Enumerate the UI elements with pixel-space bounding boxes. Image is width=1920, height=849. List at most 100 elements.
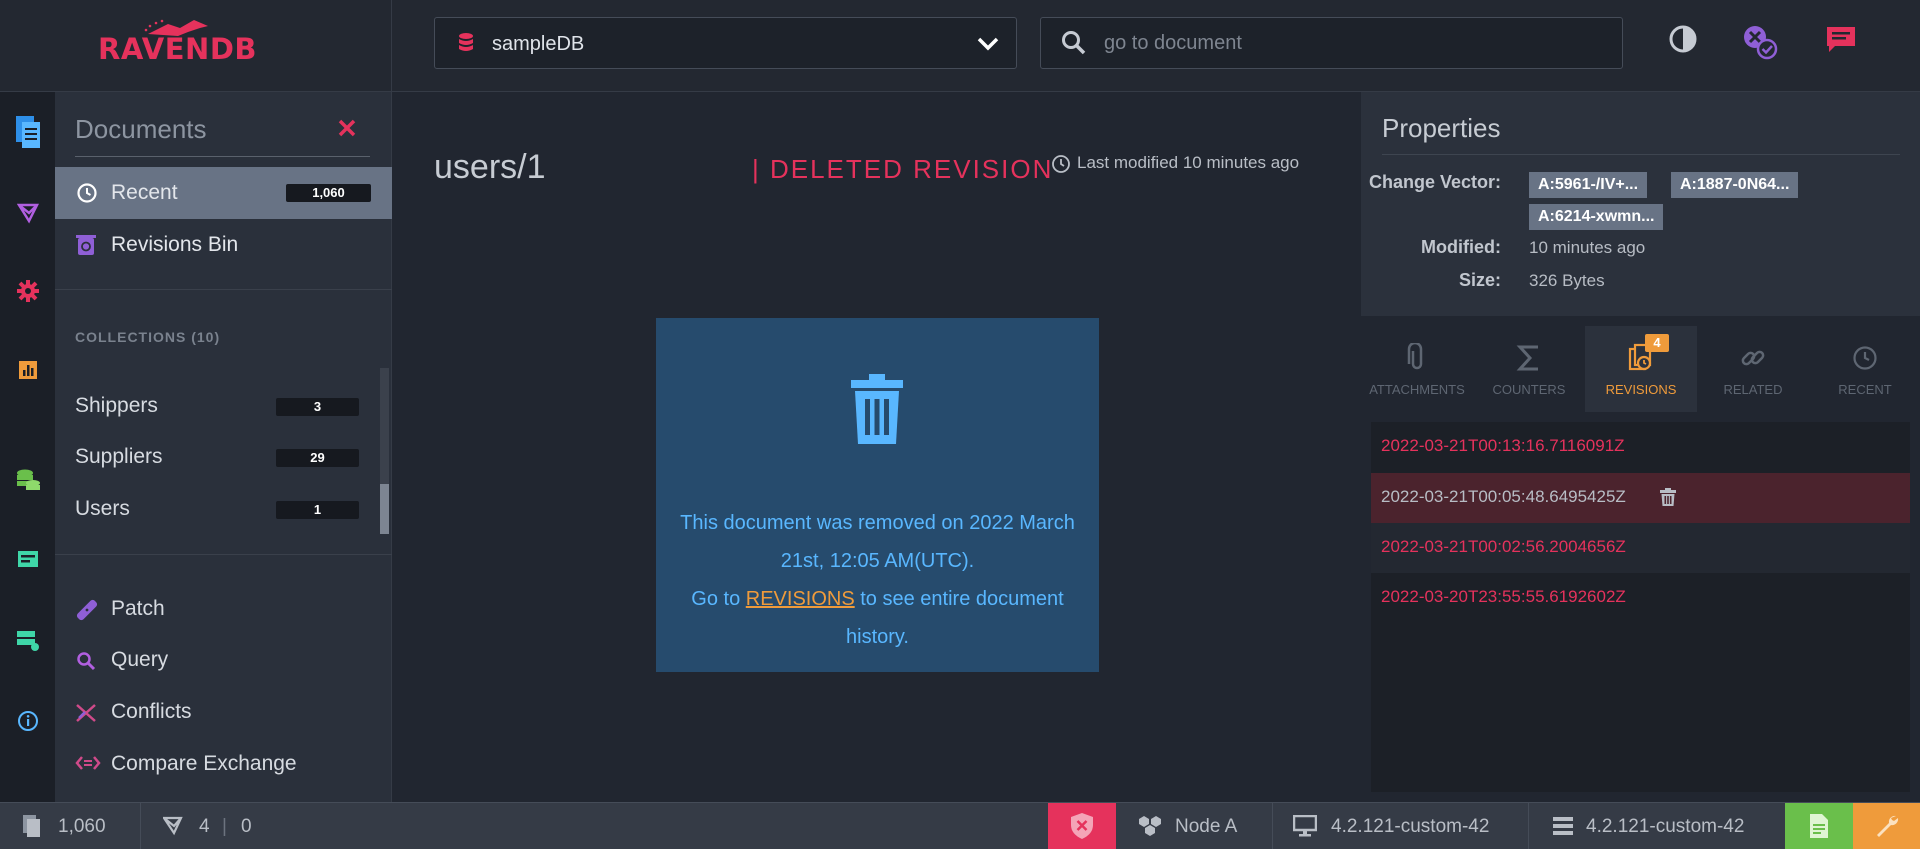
sidebar-title: Documents — [75, 114, 207, 144]
size-value: 326 Bytes — [1529, 271, 1605, 290]
status-tools[interactable] — [1853, 803, 1920, 849]
tool-label: Query — [111, 648, 169, 671]
status-node[interactable]: Node A — [1116, 803, 1272, 849]
size-label: Size: — [1458, 270, 1501, 290]
revision-item[interactable]: 2022-03-21T00:13:16.7116091Z — [1371, 422, 1910, 472]
nav-documents[interactable] — [0, 114, 55, 150]
sidebar-item-label: Revisions Bin — [111, 233, 239, 256]
nav-settings[interactable] — [0, 280, 55, 302]
node-name: Node A — [1175, 816, 1238, 837]
nav-databases[interactable] — [0, 468, 55, 494]
modified-label: Modified: — [1421, 237, 1501, 257]
status-documents[interactable]: 1,060 — [0, 803, 140, 849]
tool-query[interactable]: Query — [55, 636, 392, 686]
change-vector-chip[interactable]: A:5961-/IV+... — [1529, 172, 1648, 198]
collection-item-shippers[interactable]: Shippers 3 — [55, 386, 375, 426]
client-version: 4.2.121-custom-42 — [1331, 816, 1490, 837]
logo-area: RAVENDB — [0, 0, 392, 92]
revisions-count-badge: 4 — [1645, 334, 1669, 352]
search-input[interactable] — [1104, 27, 1604, 59]
server-icon — [17, 551, 38, 567]
tab-label: COUNTERS — [1492, 382, 1566, 397]
deleted-message-suffix: to see entire document history. — [846, 588, 1064, 648]
database-name: sampleDB — [492, 33, 585, 55]
database-icon — [459, 33, 473, 51]
nav-manage-server[interactable] — [0, 550, 55, 568]
theme-toggle-icon[interactable] — [1668, 24, 1698, 54]
tab-label: REVISIONS — [1605, 382, 1677, 397]
revision-item-selected[interactable]: 2022-03-21T00:05:48.6495425Z — [1371, 473, 1910, 523]
tab-recent[interactable]: RECENT — [1809, 326, 1920, 412]
patch-icon — [76, 599, 98, 621]
revisions-link[interactable]: REVISIONS — [746, 588, 855, 610]
chevron-down-icon — [977, 37, 999, 51]
tab-related[interactable]: RELATED — [1697, 326, 1809, 412]
trash-icon — [1660, 488, 1676, 506]
nav-stats[interactable] — [0, 360, 55, 380]
change-vector-chip[interactable]: A:1887-0N64... — [1671, 172, 1799, 198]
status-client-version[interactable]: 4.2.121-custom-42 — [1273, 803, 1528, 849]
tool-compare-exchange[interactable]: Compare Exchange — [55, 740, 392, 790]
document-id: users/1 — [434, 148, 546, 186]
sidebar-item-recent[interactable]: Recent 1,060 — [55, 167, 392, 219]
link-icon — [1741, 350, 1765, 366]
modified-value: 10 minutes ago — [1529, 238, 1646, 257]
documents-count-icon — [23, 815, 40, 837]
collection-count-badge: 29 — [276, 449, 359, 467]
database-selector[interactable]: sampleDB — [434, 17, 1017, 69]
nav-cluster[interactable] — [0, 630, 55, 652]
recent-count-badge: 1,060 — [286, 184, 371, 202]
status-pipe: | — [222, 816, 227, 837]
gear-icon — [16, 280, 39, 302]
cluster-icon — [16, 631, 39, 651]
change-vector-chip[interactable]: A:6214-xwmn... — [1529, 204, 1664, 230]
tool-patch[interactable]: Patch — [55, 585, 392, 635]
collections-scrollbar-thumb[interactable] — [380, 484, 389, 534]
deleted-message-prefix: Go to — [691, 588, 746, 610]
tab-attachments[interactable]: ATTACHMENTS — [1361, 326, 1473, 412]
close-icon[interactable] — [338, 119, 356, 137]
document-tabs: ATTACHMENTS COUNTERS 4 REVISIONS RELATED… — [1361, 326, 1920, 412]
query-search-icon — [77, 652, 96, 671]
collection-item-suppliers[interactable]: Suppliers 29 — [55, 437, 375, 477]
tab-counters[interactable]: COUNTERS — [1473, 326, 1585, 412]
collection-count-badge: 3 — [276, 398, 359, 416]
node-icon — [1139, 816, 1161, 836]
tool-label: Compare Exchange — [111, 752, 297, 775]
nav-about[interactable] — [0, 710, 55, 732]
revision-item[interactable]: 2022-03-21T00:02:56.2004656Z — [1371, 523, 1910, 573]
indexes-icon — [163, 816, 183, 836]
go-to-document-search — [1040, 17, 1623, 69]
deleted-revision-label: | DELETED REVISION — [752, 154, 1054, 184]
tool-conflicts[interactable]: Conflicts — [55, 688, 392, 738]
status-server-version[interactable]: 4.2.121-custom-42 — [1529, 803, 1785, 849]
status-alert[interactable] — [1048, 803, 1116, 849]
ravendb-logo[interactable]: RAVENDB — [98, 18, 298, 68]
collection-label: Shippers — [75, 394, 158, 417]
server-list-icon — [1553, 817, 1573, 835]
revision-item[interactable]: 2022-03-20T23:55:55.6192602Z — [1371, 573, 1910, 623]
tab-revisions[interactable]: 4 REVISIONS — [1585, 326, 1697, 412]
status-license[interactable] — [1785, 803, 1853, 849]
revision-timestamp: 2022-03-21T00:13:16.7116091Z — [1381, 436, 1625, 455]
status-indexes[interactable]: 4 | 0 — [141, 803, 271, 849]
deleted-message: This document was removed on 2022 March … — [676, 504, 1079, 656]
stats-icon — [18, 361, 37, 379]
databases-icon — [16, 469, 40, 490]
main-navigation-rail — [0, 92, 55, 802]
info-icon — [17, 711, 38, 731]
notifications-icon[interactable] — [1825, 24, 1857, 56]
properties-divider — [1382, 154, 1900, 155]
top-bar: RAVENDB sampleDB — [0, 0, 1920, 92]
last-modified-text: Last modified 10 minutes ago — [1077, 153, 1300, 172]
tab-label: RECENT — [1838, 382, 1892, 397]
collection-item-users[interactable]: Users 1 — [55, 489, 375, 529]
nav-indexes[interactable] — [0, 202, 55, 224]
sidebar-item-revisions-bin[interactable]: Revisions Bin — [55, 219, 392, 271]
document-deleted-panel: This document was removed on 2022 March … — [656, 318, 1099, 672]
clock-icon — [77, 183, 97, 203]
documents-icon — [15, 116, 40, 148]
collection-label: Suppliers — [75, 445, 163, 468]
tool-label: Conflicts — [111, 700, 192, 723]
cluster-status-icon[interactable] — [1742, 24, 1778, 60]
